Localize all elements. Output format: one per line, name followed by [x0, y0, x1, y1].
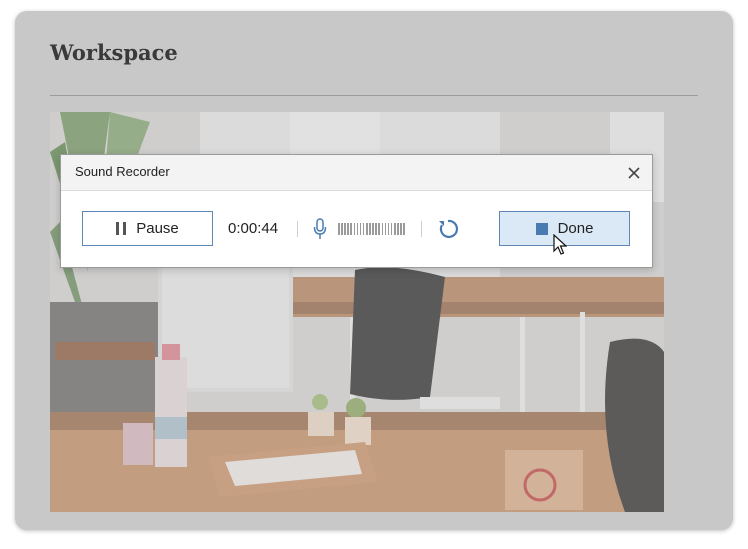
pause-button[interactable]: Pause [82, 211, 213, 246]
elapsed-time: 0:00:44 [228, 220, 279, 237]
divider [297, 221, 298, 237]
workspace-card: Workspace [15, 11, 733, 530]
dialog-titlebar: Sound Recorder [61, 155, 652, 191]
close-icon [628, 167, 640, 179]
audio-level-meter [338, 223, 405, 235]
microphone-icon [313, 218, 327, 244]
dialog-title: Sound Recorder [75, 164, 170, 179]
pause-icon [116, 222, 127, 235]
restart-icon[interactable] [437, 218, 459, 244]
card-title: Workspace [50, 40, 178, 65]
title-divider [50, 95, 698, 96]
divider [421, 221, 422, 237]
pause-label: Pause [136, 220, 179, 237]
mouse-cursor-icon [553, 233, 568, 260]
close-button[interactable] [622, 161, 646, 185]
stop-icon [535, 222, 548, 235]
